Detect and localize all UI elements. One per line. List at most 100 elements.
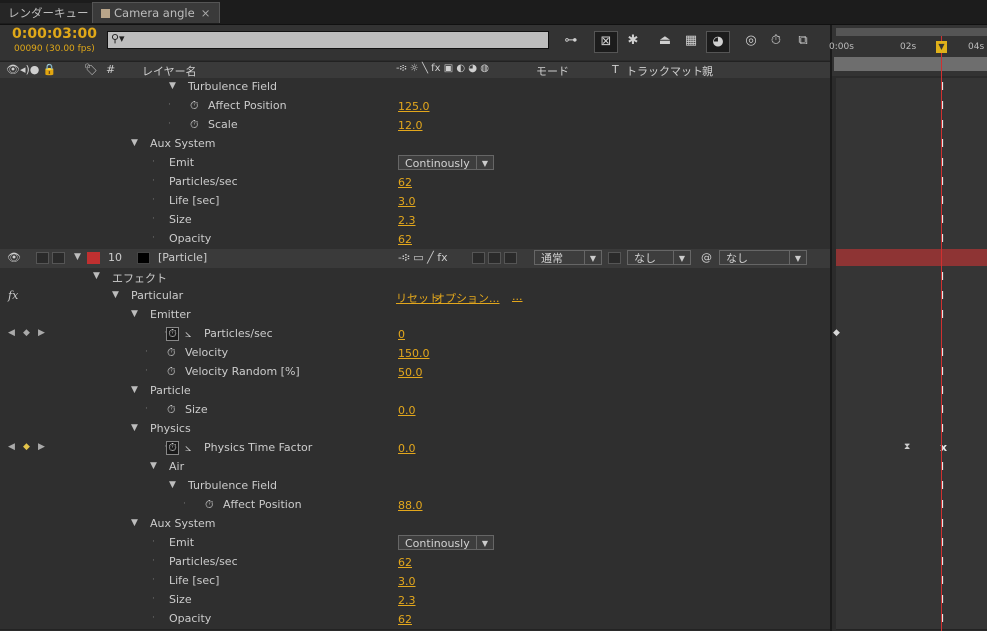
property-row[interactable]: ▼ Particle bbox=[0, 382, 830, 402]
timeline-row[interactable]: I bbox=[836, 192, 987, 212]
timeline-row[interactable]: I bbox=[836, 515, 987, 535]
property-value[interactable]: 62 bbox=[398, 613, 412, 626]
timeline-row[interactable]: I bbox=[836, 97, 987, 117]
property-row[interactable]: ▼ Aux System bbox=[0, 515, 830, 535]
property-row[interactable]: ▼ Aux System bbox=[0, 135, 830, 155]
current-time-display[interactable]: 0:00:03:00 bbox=[12, 26, 97, 42]
column-layer-name[interactable]: レイヤー名 bbox=[142, 63, 197, 79]
property-value[interactable]: 0.0 bbox=[398, 404, 416, 417]
switch-box[interactable] bbox=[472, 252, 485, 264]
expand-triangle-icon[interactable]: ▼ bbox=[169, 81, 176, 91]
timeline-row[interactable]: I bbox=[836, 420, 987, 440]
brainstorm-icon[interactable]: ◎ bbox=[740, 31, 762, 51]
timeline-row[interactable]: I bbox=[836, 534, 987, 554]
preserve-transparency-switch[interactable] bbox=[608, 252, 621, 264]
timeline-row[interactable]: ⧗ x bbox=[836, 439, 987, 459]
property-row[interactable]: · Size 2.3 bbox=[0, 211, 830, 231]
layer-name[interactable]: [Particle] bbox=[158, 251, 207, 264]
expand-triangle-icon[interactable]: ▼ bbox=[131, 423, 138, 433]
stopwatch-icon[interactable]: ⏱ bbox=[205, 498, 214, 512]
expand-triangle-icon[interactable]: ▼ bbox=[131, 518, 138, 528]
label-color-swatch[interactable] bbox=[87, 252, 100, 264]
prev-keyframe-icon[interactable]: ◀ bbox=[8, 442, 15, 452]
timeline-row[interactable]: I bbox=[836, 135, 987, 155]
layer-switches-icons[interactable]: -፨ ▭ ╱ fx bbox=[398, 251, 448, 265]
switch-box[interactable] bbox=[504, 252, 517, 264]
current-time-indicator-icon[interactable]: ▼ bbox=[936, 41, 947, 53]
property-value[interactable]: 0 bbox=[398, 328, 405, 341]
property-row[interactable]: · ⏱ Affect Position 125.0 bbox=[0, 97, 830, 117]
close-icon[interactable]: × bbox=[201, 6, 211, 20]
timeline-row[interactable]: I bbox=[836, 496, 987, 516]
property-row[interactable]: · Emit Continously ▼ bbox=[0, 154, 830, 174]
stopwatch-icon[interactable]: ⏱ bbox=[166, 327, 179, 341]
property-row[interactable]: · Emit Continously ▼ bbox=[0, 534, 830, 554]
property-value[interactable]: 62 bbox=[398, 176, 412, 189]
pickwhip-icon[interactable]: @ bbox=[701, 251, 712, 264]
expand-triangle-icon[interactable]: ▼ bbox=[112, 290, 119, 300]
timeline-row[interactable]: I bbox=[836, 458, 987, 478]
property-value[interactable]: 12.0 bbox=[398, 119, 423, 132]
tab-camera-angle[interactable]: Camera angle × bbox=[92, 2, 220, 23]
auto-keyframe-icon[interactable]: ⏱ bbox=[765, 31, 787, 51]
timeline-row[interactable]: I bbox=[836, 287, 987, 307]
work-area-bar[interactable] bbox=[834, 57, 987, 71]
expand-triangle-icon[interactable]: ▼ bbox=[131, 138, 138, 148]
layer-duration-bar[interactable] bbox=[836, 249, 987, 266]
property-row[interactable]: ◀◆▶·⏱⦣Physics Time Factor0.0 bbox=[0, 439, 830, 459]
keyframe-hold-icon[interactable]: ⧗ bbox=[904, 442, 910, 452]
options-link[interactable]: オプション... bbox=[434, 290, 500, 306]
timeline-row[interactable]: I bbox=[836, 382, 987, 402]
stopwatch-icon[interactable]: ⏱ bbox=[167, 365, 176, 379]
timeline-row[interactable]: I bbox=[836, 116, 987, 136]
timeline-row[interactable]: I bbox=[836, 230, 987, 250]
stopwatch-icon[interactable]: ⏱ bbox=[166, 441, 179, 455]
next-keyframe-icon[interactable]: ▶ bbox=[38, 442, 45, 452]
timeline-row[interactable]: I bbox=[836, 344, 987, 364]
current-time-indicator-line[interactable] bbox=[941, 36, 942, 631]
emit-dropdown[interactable]: Continously ▼ bbox=[398, 535, 494, 550]
parent-dropdown[interactable]: なし ▼ bbox=[719, 250, 807, 265]
prev-keyframe-icon[interactable]: ◀ bbox=[8, 328, 15, 338]
solo-switch[interactable] bbox=[36, 252, 49, 264]
keyframe-diamond-icon[interactable]: ◆ bbox=[833, 328, 840, 338]
property-row[interactable]: fx ▼ Particular リセット オプション...... bbox=[0, 287, 830, 307]
timeline-row[interactable]: ◆ bbox=[833, 325, 987, 345]
stopwatch-icon[interactable]: ⏱ bbox=[167, 403, 176, 417]
property-row[interactable]: · ⏱ Scale 12.0 bbox=[0, 116, 830, 136]
keyframe-toggle-icon[interactable]: ◆ bbox=[23, 442, 30, 452]
timeline-row[interactable]: I bbox=[836, 401, 987, 421]
property-row[interactable]: ▼ Turbulence Field bbox=[0, 78, 830, 98]
timeline-row[interactable]: I bbox=[836, 591, 987, 611]
property-value[interactable]: 62 bbox=[398, 233, 412, 246]
eye-icon[interactable]: 👁 bbox=[7, 251, 21, 264]
property-row[interactable]: ▼ Physics bbox=[0, 420, 830, 440]
switch-box[interactable] bbox=[488, 252, 501, 264]
expand-triangle-icon[interactable]: ▼ bbox=[131, 309, 138, 319]
property-row[interactable]: · Particles/sec 62 bbox=[0, 173, 830, 193]
graph-icon[interactable]: ⦣ bbox=[185, 441, 191, 455]
lock-switch[interactable] bbox=[52, 252, 65, 264]
property-row[interactable]: · Opacity 62 bbox=[0, 610, 830, 630]
hide-shy-icon[interactable]: ⏏ bbox=[654, 31, 676, 51]
property-row[interactable]: · Life [sec] 3.0 bbox=[0, 192, 830, 212]
property-value[interactable]: 88.0 bbox=[398, 499, 423, 512]
timeline-row[interactable]: I bbox=[836, 306, 987, 326]
timeline-row[interactable]: I bbox=[836, 553, 987, 573]
stopwatch-icon[interactable]: ⏱ bbox=[190, 118, 199, 132]
timeline-row[interactable]: I bbox=[836, 610, 987, 630]
fx-icon[interactable]: fx bbox=[8, 289, 18, 302]
expand-triangle-icon[interactable]: ▼ bbox=[93, 271, 100, 281]
motion-blur-icon[interactable]: ◕ bbox=[706, 31, 730, 53]
property-row[interactable]: · Life [sec] 3.0 bbox=[0, 572, 830, 592]
property-row[interactable]: ◀◆▶·⏱⦣Particles/sec0 bbox=[0, 325, 830, 345]
timeline-row[interactable]: I bbox=[836, 78, 987, 98]
property-value[interactable]: 0.0 bbox=[398, 442, 416, 455]
time-navigator[interactable] bbox=[836, 28, 987, 36]
property-value[interactable]: 3.0 bbox=[398, 195, 416, 208]
property-row[interactable]: · ⏱ Affect Position 88.0 bbox=[0, 496, 830, 516]
property-value[interactable]: 3.0 bbox=[398, 575, 416, 588]
about-link[interactable]: ... bbox=[512, 290, 523, 303]
keyframe-toggle-icon[interactable]: ◆ bbox=[23, 328, 30, 338]
expand-triangle-icon[interactable]: ▼ bbox=[150, 461, 157, 471]
